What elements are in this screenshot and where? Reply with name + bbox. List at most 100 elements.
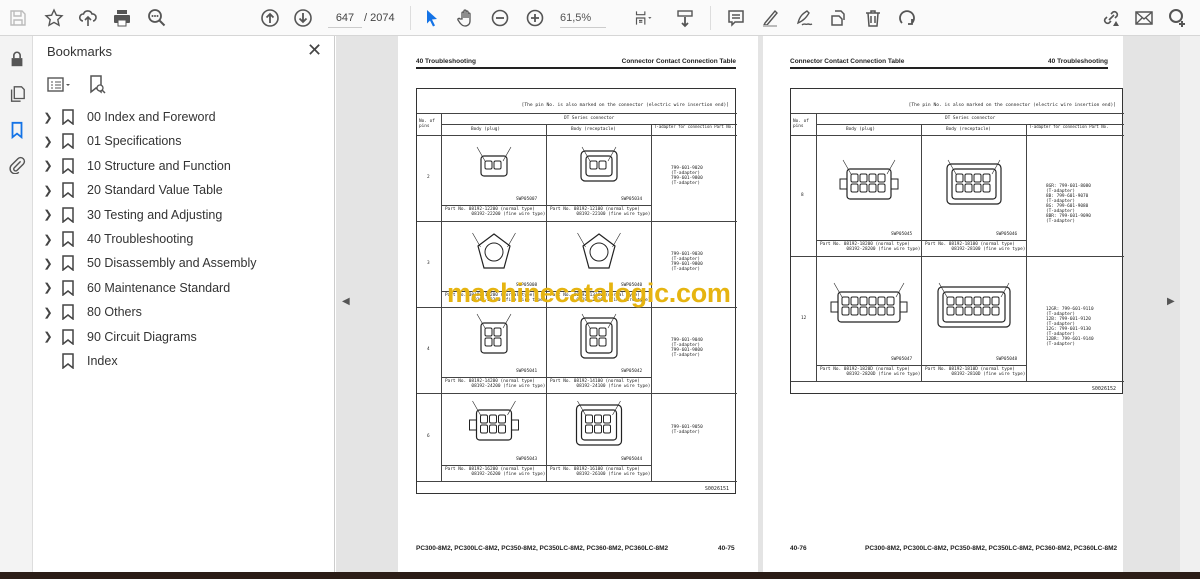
series-header: DT Series connector <box>945 116 996 121</box>
chevron-right-icon[interactable]: ❯ <box>41 159 55 172</box>
footer-models: PC300-8M2, PC300LC-8M2, PC350-8M2, PC350… <box>865 545 1118 552</box>
chevron-right-icon[interactable]: ❯ <box>41 208 55 221</box>
chevron-right-icon[interactable]: ❯ <box>41 257 55 270</box>
receptacle-connector-drawing <box>936 282 1011 328</box>
panel-title: Bookmarks <box>47 44 113 59</box>
bookmark-item[interactable]: ❯ 90 Circuit Diagrams <box>41 326 331 348</box>
print-icon[interactable] <box>111 7 133 29</box>
footer-page-number: 40-75 <box>718 545 735 552</box>
divider <box>441 205 651 206</box>
share-link-icon[interactable] <box>1100 7 1122 29</box>
scroll-mode-icon[interactable] <box>674 7 696 29</box>
hand-icon[interactable] <box>455 7 477 29</box>
col-plug-header: Body (plug) <box>846 127 876 132</box>
bookmark-icon <box>62 353 74 369</box>
tool-rail <box>0 36 33 572</box>
zoom-in-icon[interactable] <box>524 7 546 29</box>
bookmark-icon <box>62 109 74 125</box>
receptacle-part-number: Part No. 08192-12100 (normal type) 08192… <box>550 207 651 217</box>
delete-icon[interactable] <box>862 7 884 29</box>
plug-figure-code: SWP05041 <box>516 369 538 374</box>
bookmark-icon <box>62 206 74 223</box>
bookmark-item[interactable]: ❯ 10 Structure and Function <box>41 155 331 177</box>
page-up-icon[interactable] <box>259 7 281 29</box>
col-receptacle-header: Body (receptacle) <box>571 127 616 132</box>
bookmark-icon <box>62 304 74 321</box>
plug-connector-drawing <box>839 159 898 200</box>
page-number-input[interactable]: 647 <box>328 8 362 28</box>
add-user-icon[interactable] <box>1166 7 1188 29</box>
collapse-panel-arrow-icon[interactable]: ◀ <box>342 296 350 307</box>
bookmark-label: 40 Troubleshooting <box>87 232 194 246</box>
bookmark-item[interactable]: ❯ 80 Others <box>41 301 331 323</box>
lock-icon[interactable] <box>6 48 28 70</box>
page-header-section: 40 Troubleshooting <box>416 58 476 65</box>
divider <box>791 113 1124 114</box>
plug-part-number: Part No. 08192-1820D (normal type) 08192… <box>820 367 921 377</box>
zoom-out-icon[interactable] <box>489 7 511 29</box>
page-header-section: 40 Troubleshooting <box>1048 58 1108 65</box>
rotate-icon[interactable] <box>896 7 918 29</box>
table-code: S0026151 <box>704 486 729 492</box>
chevron-right-icon[interactable]: ❯ <box>41 233 55 246</box>
t-adapter-part-number: 799-601-9050 (T-adapter) <box>671 425 703 435</box>
chevron-right-icon[interactable]: ❯ <box>41 184 55 197</box>
select-arrow-icon[interactable] <box>421 7 443 29</box>
vertical-scrollbar[interactable] <box>1180 36 1200 572</box>
bookmark-item[interactable]: ❯ 60 Maintenance Standard <box>41 277 331 299</box>
extract-icon[interactable] <box>828 7 850 29</box>
bookmark-options-toolbar <box>47 74 106 96</box>
t-adapter-part-number: 12GR: 799-601-9110 (T-adapter) 12B: 799-… <box>1046 306 1094 347</box>
bookmark-item[interactable]: ❯ 30 Testing and Adjusting <box>41 204 331 226</box>
highlight-icon[interactable] <box>759 7 781 29</box>
chevron-right-icon[interactable]: ❯ <box>41 330 55 343</box>
attachment-icon[interactable] <box>6 154 28 176</box>
receptacle-connector-drawing <box>945 159 1002 205</box>
chevron-right-icon[interactable]: ❯ <box>41 111 55 124</box>
comment-icon[interactable] <box>725 7 747 29</box>
receptacle-figure-code: SWP05034 <box>621 197 643 202</box>
plug-connector-drawing <box>476 313 511 354</box>
bookmark-item[interactable]: ❯ 50 Disassembly and Assembly <box>41 252 331 274</box>
receptacle-connector-drawing <box>576 232 621 269</box>
bookmark-label: 80 Others <box>87 305 142 320</box>
bookmark-label: 00 Index and Foreword <box>87 110 216 124</box>
bookmark-item[interactable]: Index <box>41 350 331 372</box>
row-pin-count: 12 <box>801 315 807 321</box>
series-header: DT Series connector <box>564 116 615 121</box>
bookmark-label: Index <box>87 354 118 368</box>
close-icon[interactable]: ✕ <box>307 40 322 61</box>
expand-panel-arrow-icon[interactable]: ▶ <box>1167 296 1175 307</box>
receptacle-part-number: Part No. 08192-14100 (normal type) 08192… <box>550 379 651 389</box>
page-fit-icon[interactable] <box>630 7 658 29</box>
save-icon[interactable] <box>7 7 29 29</box>
page-down-icon[interactable] <box>292 7 314 29</box>
bookmark-label: 30 Testing and Adjusting <box>87 207 223 222</box>
find-bookmark-icon[interactable] <box>87 74 107 96</box>
sign-icon[interactable] <box>793 7 815 29</box>
email-icon[interactable] <box>1133 7 1155 29</box>
plug-part-number: Part No. 08192-16200 (normal type) 08192… <box>445 467 546 477</box>
chevron-right-icon[interactable]: ❯ <box>41 135 55 148</box>
bookmarks-panel-icon[interactable] <box>6 119 28 141</box>
divider <box>417 113 737 114</box>
bookmark-star-icon[interactable] <box>43 7 65 29</box>
pages-thumbnail-icon[interactable] <box>6 83 28 105</box>
chevron-right-icon[interactable]: ❯ <box>41 281 55 294</box>
bookmark-item[interactable]: ❯ 40 Troubleshooting <box>41 228 331 250</box>
plug-figure-code: SWP05007 <box>516 197 538 202</box>
receptacle-figure-code: SWP05042 <box>621 369 643 374</box>
bookmark-item[interactable]: ❯ 00 Index and Foreword <box>41 106 331 128</box>
chevron-right-icon[interactable]: ❯ <box>41 306 55 319</box>
upload-cloud-icon[interactable] <box>77 7 99 29</box>
zoom-level-input[interactable]: 61,5% <box>560 8 606 28</box>
bookmark-item[interactable]: ❯ 01 Specifications <box>41 130 331 152</box>
plug-connector-drawing <box>471 232 516 269</box>
receptacle-connector-drawing <box>575 400 622 446</box>
row-pin-count: 6 <box>427 434 430 439</box>
search-zoom-icon[interactable] <box>146 7 168 29</box>
footer-page-number: 40-76 <box>790 545 807 552</box>
receptacle-figure-code: SWP05048 <box>996 357 1018 362</box>
bookmark-item[interactable]: ❯ 20 Standard Value Table <box>41 179 331 201</box>
receptacle-figure-code: SWP05044 <box>621 457 643 462</box>
